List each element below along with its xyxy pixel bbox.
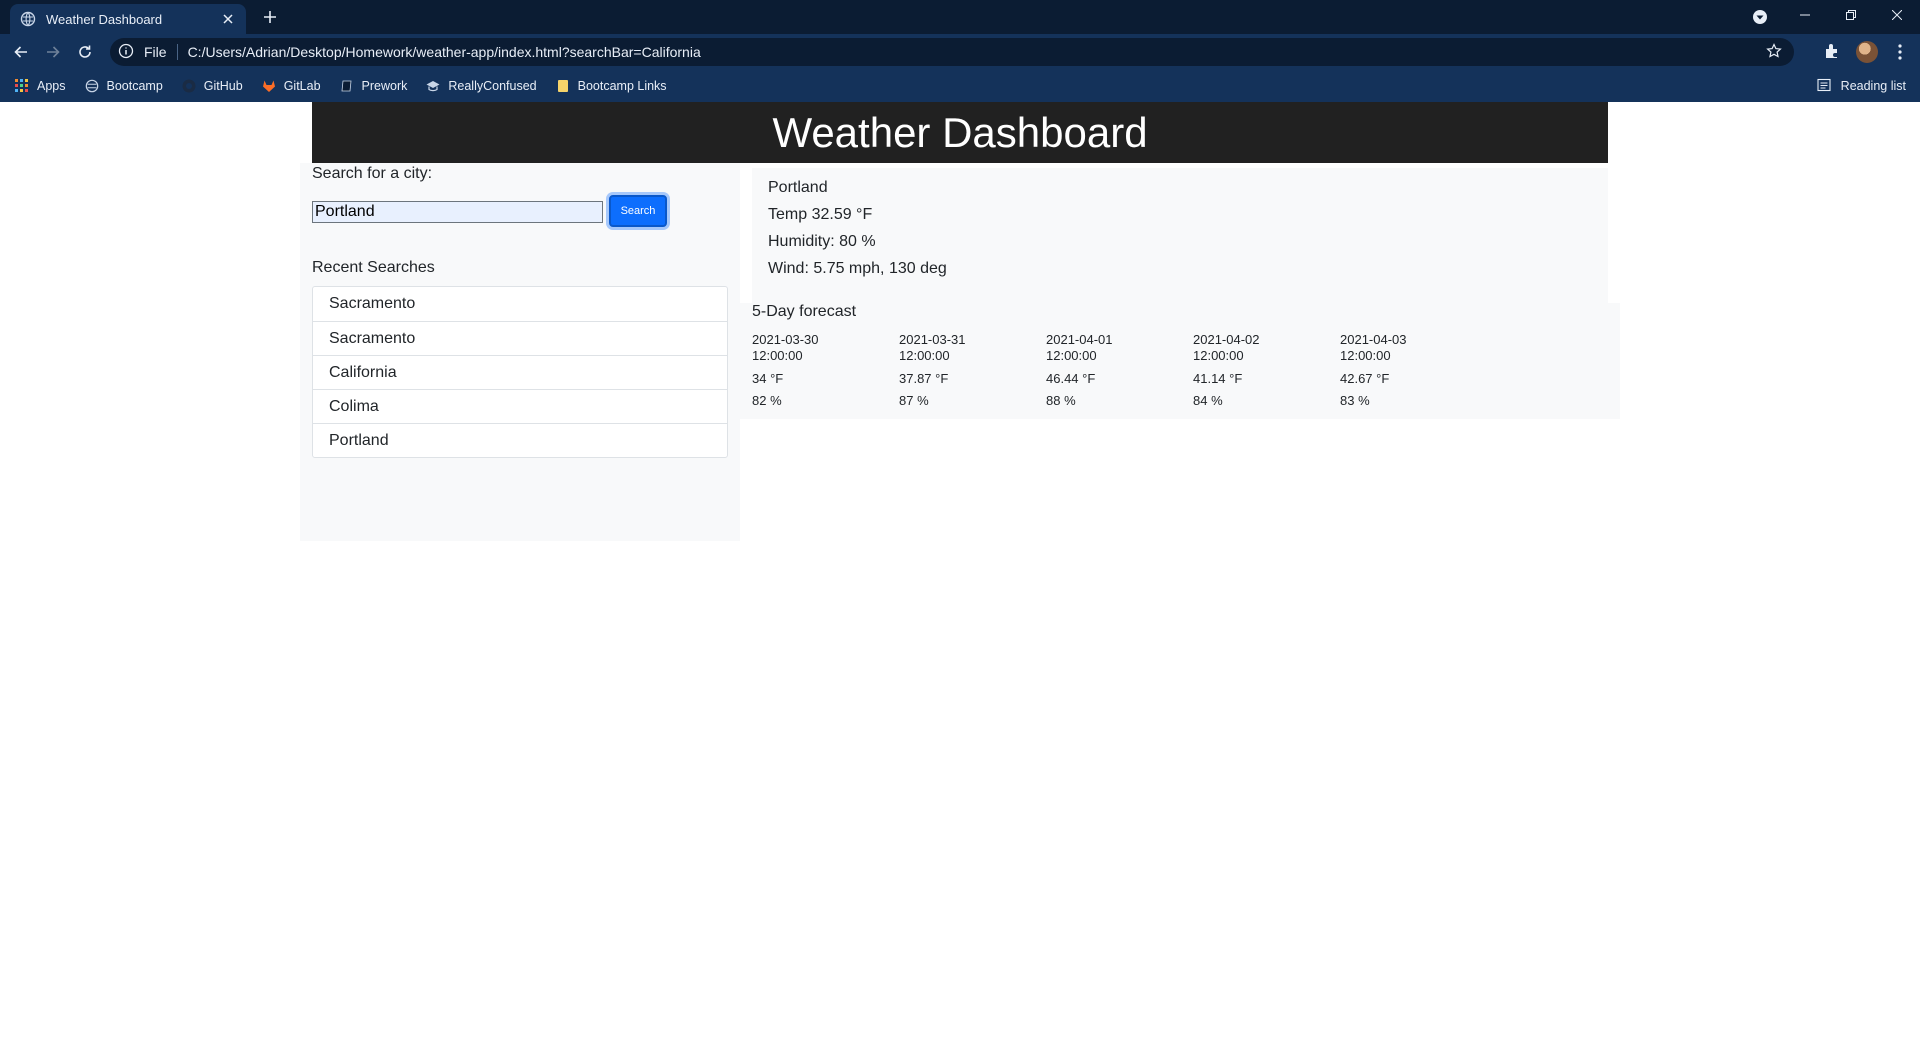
forward-icon[interactable]: [38, 37, 68, 67]
recent-searches-list: Sacramento Sacramento California Colima …: [312, 286, 728, 458]
reload-icon[interactable]: [70, 37, 100, 67]
bookmark-gitlab[interactable]: GitLab: [261, 78, 321, 94]
forecast-humidity: 88 %: [1046, 393, 1076, 408]
page-header: Weather Dashboard: [312, 102, 1608, 163]
bookmark-apps[interactable]: Apps: [14, 78, 66, 94]
forecast-day: 2021-04-03 12:00:00 42.67 °F 83 %: [1340, 332, 1480, 408]
media-control-icon[interactable]: [1750, 7, 1770, 27]
city-search-input[interactable]: [312, 201, 603, 223]
bookmark-label: GitHub: [203, 79, 243, 93]
apps-grid-icon: [14, 78, 30, 94]
profile-avatar[interactable]: [1856, 41, 1878, 63]
recent-search-item[interactable]: California: [313, 355, 727, 389]
forecast-date: 2021-04-02 12:00:00: [1193, 332, 1260, 363]
recent-search-item[interactable]: Sacramento: [313, 287, 727, 321]
recent-search-item[interactable]: Portland: [313, 423, 727, 457]
search-label: Search for a city:: [312, 165, 433, 182]
github-icon: [181, 78, 197, 94]
bookmark-label: Prework: [361, 79, 408, 93]
bookmark-prework[interactable]: Prework: [339, 78, 408, 94]
info-icon[interactable]: [118, 43, 136, 61]
search-panel: Search for a city: Search Recent Searche…: [300, 163, 740, 541]
browser-tab[interactable]: Weather Dashboard: [10, 4, 246, 34]
recent-search-item[interactable]: Sacramento: [313, 321, 727, 355]
current-city: Portland: [768, 179, 828, 196]
extensions-icon[interactable]: [1823, 42, 1843, 62]
url-scheme: File: [144, 44, 178, 60]
gitlab-icon: [261, 78, 277, 94]
back-icon[interactable]: [6, 37, 36, 67]
close-window-icon[interactable]: [1874, 0, 1920, 30]
bookmark-bootcamp[interactable]: Bootcamp: [84, 78, 163, 94]
forecast-humidity: 87 %: [899, 393, 929, 408]
recent-search-item[interactable]: Colima: [313, 389, 727, 423]
forecast-temp: 37.87 °F: [899, 371, 949, 386]
minimize-icon[interactable]: [1782, 0, 1828, 30]
current-wind: Wind: 5.75 mph, 130 deg: [768, 260, 947, 277]
url-text[interactable]: C:/Users/Adrian/Desktop/Homework/weather…: [188, 44, 701, 60]
forecast-date: 2021-04-03 12:00:00: [1340, 332, 1407, 363]
bookmark-star-icon[interactable]: [1766, 43, 1784, 61]
current-humidity: Humidity: 80 %: [768, 233, 876, 250]
bookmark-label: Apps: [37, 79, 66, 93]
globe-icon: [20, 11, 36, 27]
bookmark-label: Bootcamp Links: [577, 79, 667, 93]
restore-icon[interactable]: [1828, 0, 1874, 30]
bookmark-bootcamp-links[interactable]: Bootcamp Links: [555, 78, 667, 94]
forecast-day: 2021-03-31 12:00:00 37.87 °F 87 %: [899, 332, 1039, 408]
bookmarks-bar: Apps Bootcamp GitHub GitLab Prework Real…: [0, 70, 1920, 102]
folder-icon: [555, 78, 571, 94]
bookmark-label: Bootcamp: [106, 79, 163, 93]
graduation-cap-icon: [425, 78, 441, 94]
forecast-humidity: 82 %: [752, 393, 782, 408]
book-icon: [339, 78, 355, 94]
forecast-temp: 34 °F: [752, 371, 784, 386]
forecast-day: 2021-04-01 12:00:00 46.44 °F 88 %: [1046, 332, 1186, 408]
globe-icon: [84, 78, 100, 94]
bookmark-label: GitLab: [283, 79, 321, 93]
reading-list-icon: [1817, 78, 1833, 94]
current-weather-panel: Portland Temp 32.59 °F Humidity: 80 % Wi…: [752, 168, 1608, 303]
forecast-temp: 42.67 °F: [1340, 371, 1390, 386]
current-temp: Temp 32.59 °F: [768, 206, 873, 223]
browser-toolbar: File C:/Users/Adrian/Desktop/Homework/we…: [0, 34, 1920, 70]
forecast-temp: 41.14 °F: [1193, 371, 1243, 386]
forecast-humidity: 83 %: [1340, 393, 1370, 408]
tab-title: Weather Dashboard: [46, 11, 163, 27]
search-button[interactable]: Search: [609, 195, 667, 227]
forecast-title: 5-Day forecast: [752, 303, 857, 320]
close-tab-icon[interactable]: [220, 11, 236, 27]
forecast-day: 2021-03-30 12:00:00 34 °F 82 %: [752, 332, 892, 408]
reading-list-label: Reading list: [1840, 79, 1906, 93]
recent-searches-title: Recent Searches: [312, 259, 435, 276]
reading-list-button[interactable]: Reading list: [1817, 78, 1906, 94]
bookmark-label: ReallyConfused: [448, 79, 537, 93]
forecast-humidity: 84 %: [1193, 393, 1223, 408]
address-bar[interactable]: File C:/Users/Adrian/Desktop/Homework/we…: [110, 38, 1794, 66]
page-title: Weather Dashboard: [772, 108, 1148, 156]
page-viewport: Weather Dashboard Search for a city: Sea…: [0, 102, 1920, 1040]
bookmark-reallyconfused[interactable]: ReallyConfused: [425, 78, 537, 94]
forecast-temp: 46.44 °F: [1046, 371, 1096, 386]
forecast-date: 2021-03-30 12:00:00: [752, 332, 819, 363]
forecast-panel: 5-Day forecast 2021-03-30 12:00:00 34 °F…: [740, 303, 1620, 419]
bookmark-github[interactable]: GitHub: [181, 78, 243, 94]
forecast-day: 2021-04-02 12:00:00 41.14 °F 84 %: [1193, 332, 1333, 408]
browser-menu-icon[interactable]: [1890, 42, 1910, 62]
tab-strip: Weather Dashboard: [0, 0, 1920, 34]
forecast-date: 2021-03-31 12:00:00: [899, 332, 966, 363]
forecast-date: 2021-04-01 12:00:00: [1046, 332, 1113, 363]
new-tab-icon[interactable]: [260, 7, 280, 27]
window-controls: [1782, 0, 1920, 30]
